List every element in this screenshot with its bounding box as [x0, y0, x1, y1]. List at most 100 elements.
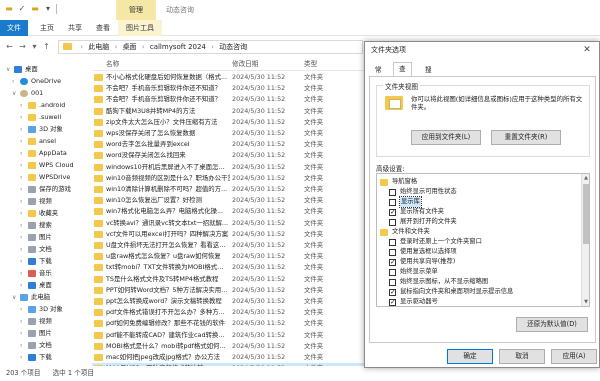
chevron-down-icon[interactable]: ∨ — [12, 88, 18, 99]
scroll-down-icon[interactable]: ▼ — [582, 298, 589, 306]
chevron-right-icon[interactable]: › — [20, 184, 26, 195]
restore-defaults-button[interactable]: 还原为默认值(D) — [516, 317, 588, 332]
advanced-settings-scrollbar[interactable]: ▲ ▼ — [581, 174, 589, 306]
file-row[interactable]: vc转换avi？通讯录vc转文本txt一招就解... 2024/5/30 11:5… — [92, 218, 364, 229]
back-icon[interactable]: ← — [4, 41, 15, 52]
checkbox[interactable] — [389, 188, 396, 196]
checkbox[interactable] — [389, 287, 396, 297]
nav-item-appdata[interactable]: › AppData — [20, 148, 67, 159]
file-row[interactable]: wps没保存关闭了怎么恢复数据 2024/5/30 11:52 文件夹 — [92, 128, 364, 139]
file-row[interactable]: MOBI格式是什么？mobi转pdf格式如何... 2024/5/30 11:52… — [92, 341, 364, 352]
checkbox[interactable] — [389, 207, 396, 217]
file-row[interactable]: zip文件太大怎么压小？文件压缩有方法 2024/5/30 11:52 文件夹 — [92, 117, 364, 128]
breadcrumb-current[interactable]: 动态咨询 — [219, 43, 247, 51]
settings-checkbox-item[interactable]: 始终显示可用性状态 — [389, 187, 457, 197]
settings-checkbox-item[interactable]: 使用共享向导(推荐) — [389, 257, 455, 267]
file-row[interactable]: TS是什么格式文件及TS转MP4格式教程 2024/5/30 11:52 文件夹 — [92, 274, 364, 285]
nav-item-onedrive[interactable]: › OneDrive — [12, 76, 61, 87]
checkbox[interactable] — [389, 297, 396, 306]
chevron-right-icon[interactable]: › — [20, 316, 26, 327]
nav-item-saved-games[interactable]: › 保存的游戏 — [20, 184, 71, 195]
new-folder-icon[interactable]: ▬ — [30, 4, 40, 14]
file-row[interactable]: vcf文件可以用excel打开吗？四种解决方案 2024/5/30 11:52 文件… — [92, 229, 364, 240]
file-row[interactable]: 酷狗下载M3U8并转MP4的方法 2024/5/30 11:52 文件夹 — [92, 106, 364, 117]
tab-share[interactable]: 共享 — [60, 20, 90, 36]
nav-item-pictures[interactable]: › 图片 — [20, 232, 52, 243]
chevron-right-icon[interactable]: › — [20, 304, 26, 315]
ok-button[interactable]: 确定 — [447, 349, 493, 364]
chevron-down-icon[interactable]: ∨ — [12, 292, 18, 303]
scroll-up-icon[interactable]: ▲ — [582, 174, 589, 182]
file-row[interactable]: windows10开机后黑屏进入不了桌面怎... 2024/5/30 11:52 文… — [92, 162, 364, 173]
file-row[interactable]: txt转mobi？TXT文件转换为MOBI格式... 2024/5/30 11:5… — [92, 262, 364, 273]
apply-button[interactable]: 应用(A) — [551, 349, 597, 364]
checkbox[interactable] — [389, 198, 396, 206]
tab-search[interactable]: 搜索 — [419, 63, 438, 87]
tab-view[interactable]: 查看 — [393, 62, 412, 86]
file-row[interactable]: pdf能不能转成CAD？建筑作业cad转换... 2024/5/30 11:52 文… — [92, 330, 364, 341]
checkbox[interactable] — [389, 238, 396, 246]
scroll-thumb[interactable] — [583, 184, 589, 244]
breadcrumb-this-pc[interactable]: 此电脑 — [88, 43, 109, 51]
column-header-type[interactable]: 类型 — [304, 58, 317, 70]
forward-icon[interactable]: → — [17, 41, 28, 52]
nav-item-desktop[interactable]: ∨ 桌面 — [6, 64, 38, 75]
settings-checkbox-item[interactable]: 显示库 — [389, 196, 422, 208]
chevron-right-icon[interactable]: › — [20, 172, 26, 183]
chevron-right-icon[interactable]: › — [20, 124, 26, 135]
nav-item-wpsdrive[interactable]: › WPSDrive — [20, 172, 70, 183]
nav-item-pc-videos[interactable]: › 视频 — [20, 316, 52, 327]
checkbox[interactable] — [389, 257, 396, 267]
nav-item-pc-downloads[interactable]: › 下载 — [20, 352, 52, 363]
apply-to-folders-button[interactable]: 应用到文件夹(L) — [411, 130, 481, 145]
checkbox[interactable] — [389, 278, 396, 286]
checkbox[interactable] — [389, 268, 396, 276]
recent-locations-icon[interactable]: ▾ — [29, 41, 40, 52]
settings-checkbox-item[interactable]: 始终显示图标，从不显示缩略图 — [389, 277, 488, 287]
address-bar[interactable]: › 此电脑 › 桌面 › callmysoft 2024 › 动态咨询 — [58, 40, 363, 54]
properties-icon[interactable]: ✓ — [17, 4, 27, 14]
chevron-right-icon[interactable]: › — [20, 100, 26, 111]
nav-item-this-pc[interactable]: ∨ 此电脑 — [12, 292, 50, 303]
manage-context-tab[interactable]: 管理 — [116, 0, 156, 20]
chevron-right-icon[interactable]: › — [20, 160, 26, 171]
column-header-name[interactable]: 名称 — [106, 58, 119, 70]
chevron-right-icon[interactable]: › — [20, 268, 26, 279]
chevron-right-icon[interactable]: › — [20, 112, 26, 123]
tab-home[interactable]: 主页 — [32, 20, 62, 36]
nav-item-ansel[interactable]: › ansel — [20, 136, 56, 147]
settings-checkbox-item[interactable]: 鼠标指向文件夹和桌面项时显示提示信息 — [389, 287, 513, 297]
file-row[interactable]: 不会吧？手机音乐剪辑软件你还不知道？ 2024/5/30 11:52 文件夹 — [92, 94, 364, 105]
chevron-down-icon[interactable]: ∨ — [6, 64, 12, 75]
tab-general[interactable]: 常规 — [369, 63, 388, 87]
nav-item-downloads[interactable]: › 下载 — [20, 256, 52, 267]
file-row[interactable]: pdf文件格式错误打不开怎么办？多种方... 2024/5/30 11:52 文件夹 — [92, 307, 364, 318]
breadcrumb-desktop[interactable]: 桌面 — [123, 43, 137, 51]
cancel-button[interactable]: 取消 — [499, 349, 545, 364]
settings-checkbox-item[interactable]: 展开到打开的文件夹 — [389, 217, 457, 227]
chevron-right-icon[interactable]: › — [20, 280, 26, 291]
file-row[interactable]: U盘文件损坏无法打开怎么恢复？看看这... 2024/5/30 11:52 文件夹 — [92, 240, 364, 251]
chevron-right-icon[interactable]: › — [12, 76, 18, 87]
nav-item-android[interactable]: › .android — [20, 100, 65, 111]
nav-item-favorites[interactable]: › 收藏夹 — [20, 208, 58, 219]
file-row[interactable]: word去字怎么批量弄到excel 2024/5/30 11:52 文件夹 — [92, 139, 364, 150]
column-header-date[interactable]: 修改日期 — [232, 58, 258, 70]
chevron-right-icon[interactable]: › — [20, 220, 26, 231]
chevron-right-icon[interactable]: › — [20, 208, 26, 219]
nav-item-suwell[interactable]: › .suwell — [20, 112, 61, 123]
file-row[interactable]: mac如何把jpeg改成jpg格式？办公方法 2024/5/30 11:52 文件夹 — [92, 352, 364, 363]
customize-toolbar-icon[interactable]: ▾ — [43, 4, 53, 14]
chevron-right-icon[interactable]: › — [20, 232, 26, 243]
checkbox[interactable] — [389, 248, 396, 256]
breadcrumb-callmysoft[interactable]: callmysoft 2024 — [150, 43, 206, 51]
file-row[interactable]: win10怎么恢复出厂设置？好检测 2024/5/30 11:52 文件夹 — [92, 195, 364, 206]
chevron-right-icon[interactable]: › — [20, 352, 26, 363]
tab-file[interactable]: 文件 — [0, 20, 28, 36]
file-row[interactable]: PPT如何转Word文档？5种方法解决实用... 2024/5/30 11:52 文… — [92, 285, 364, 296]
chevron-right-icon[interactable]: › — [20, 244, 26, 255]
settings-checkbox-item[interactable]: 始终显示菜单 — [389, 267, 438, 277]
chevron-right-icon[interactable]: › — [20, 256, 26, 267]
file-row[interactable]: 不会吧？手机音乐剪辑软件你还不知道？ 2024/5/30 11:52 文件夹 — [92, 83, 364, 94]
file-row[interactable]: ppt怎么转换成word？演示文稿转换教程 2024/5/30 11:52 文件夹 — [92, 296, 364, 307]
